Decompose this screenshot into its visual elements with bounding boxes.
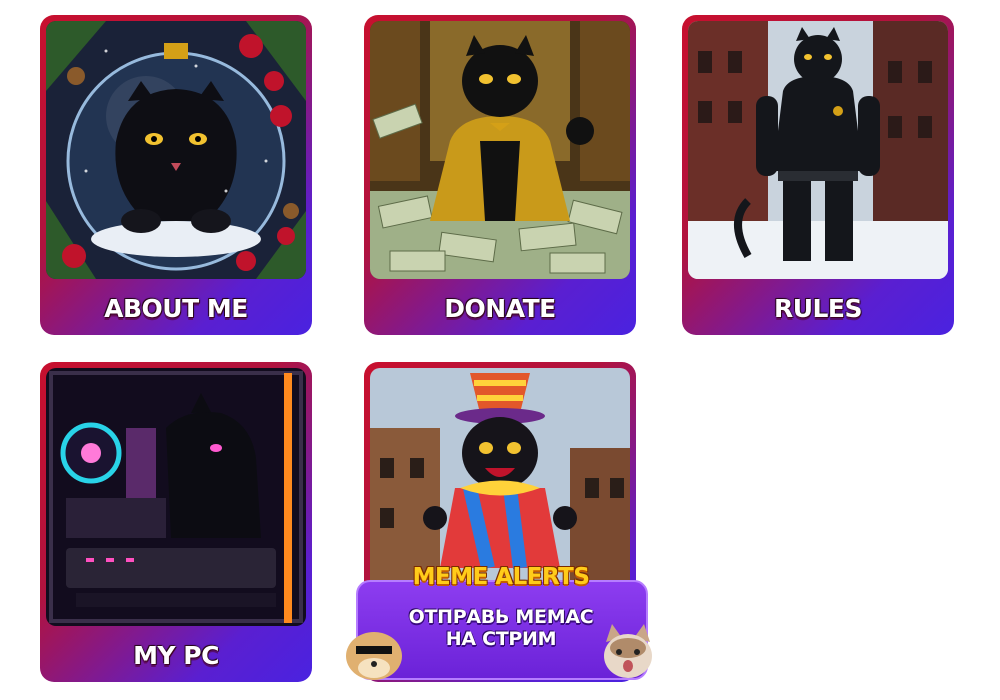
panther-police-image	[688, 21, 948, 279]
panel-donate[interactable]: DONATE	[364, 15, 636, 335]
panther-snowglobe-image	[46, 21, 306, 279]
panel-rules[interactable]: RULES	[682, 15, 954, 335]
panel-label: DONATE	[444, 293, 556, 323]
panther-money-image	[370, 21, 630, 279]
panel-my-pc[interactable]: MY PC	[40, 362, 312, 682]
panel-label: ABOUT ME	[104, 293, 248, 323]
panel-about-me[interactable]: ABOUT ME	[40, 15, 312, 335]
panel-label: MY PC	[133, 640, 219, 670]
meme-alerts-banner[interactable]: MEME ALERTS ОТПРАВЬ МЕМАС НА СТРИМ	[346, 564, 652, 684]
cat-face-icon	[604, 624, 652, 678]
panel-label: RULES	[773, 293, 863, 323]
meme-alerts-title: MEME ALERTS	[412, 564, 590, 590]
doge-sunglasses-icon	[346, 632, 402, 680]
panther-pc-image	[46, 368, 306, 626]
